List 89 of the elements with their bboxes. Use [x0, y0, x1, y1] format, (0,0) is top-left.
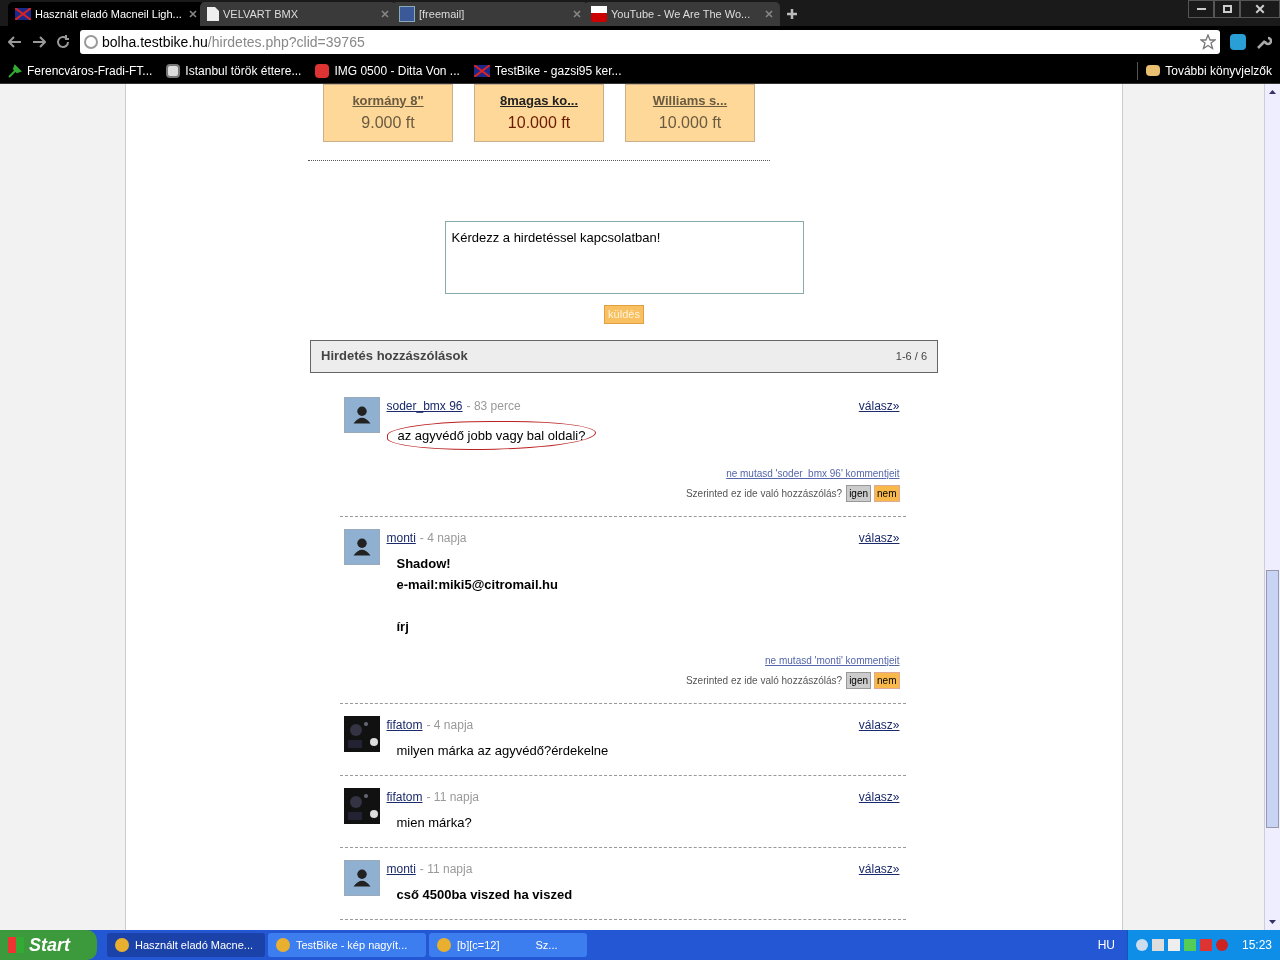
- comments-count: 1-6 / 6: [895, 348, 927, 364]
- avatar-icon: [343, 396, 380, 433]
- start-button[interactable]: Start: [0, 930, 97, 960]
- question-field[interactable]: Kérdezz a hirdetéssel kapcsolatban!: [444, 221, 804, 294]
- product-price: 10.000 ft: [507, 113, 571, 133]
- vote-question: Szerinted ez ide való hozzászólás?: [685, 486, 843, 501]
- page-icon: [207, 7, 219, 21]
- comment-time: - 4 napja: [419, 529, 467, 547]
- folder-icon: [1146, 65, 1161, 76]
- language-indicator: HU: [1097, 937, 1115, 954]
- reply-link[interactable]: válasz»: [858, 787, 900, 806]
- plus-icon[interactable]: [786, 8, 798, 20]
- product-price: 9.000 ft: [361, 113, 415, 133]
- tab-title: [freemail]: [419, 6, 466, 22]
- tab-title: Használt eladó Macneil Ligh...: [35, 6, 183, 22]
- bookmark[interactable]: Ferencváros-Fradi-FT...: [8, 61, 153, 80]
- tab-title: VELVART BMX: [223, 6, 299, 22]
- tray-icon[interactable]: [1167, 939, 1180, 951]
- url-text: bolha.testbike.hu/hirdetes.php?clid=39765: [102, 32, 365, 52]
- minimize-icon[interactable]: [1188, 0, 1214, 18]
- yes-button[interactable]: igen: [846, 484, 872, 502]
- taskbar-item[interactable]: [b][c=12] Sz...: [429, 933, 587, 957]
- comments-title: Hirdetés hozzászólások: [321, 347, 468, 366]
- comment-time: - 11 napja: [419, 860, 473, 878]
- back-icon[interactable]: [8, 36, 22, 48]
- product-title[interactable]: 8magas ko...: [499, 90, 578, 110]
- comment-text: írj: [396, 617, 409, 636]
- comment-time: - 83 perce: [466, 397, 521, 415]
- close-icon[interactable]: [189, 10, 197, 18]
- product-card[interactable]: Williams s... 10.000 ft: [625, 84, 755, 142]
- comment-time: - 4 napja: [426, 716, 474, 734]
- author-link[interactable]: monti: [386, 528, 416, 547]
- no-button[interactable]: nem: [874, 671, 900, 689]
- hide-comments-link[interactable]: ne mutasd 'monti' kommentjeit: [765, 652, 900, 668]
- flag-icon: [473, 64, 490, 77]
- comment-text: mien márka?: [396, 813, 472, 832]
- author-link[interactable]: fifatom: [386, 787, 423, 806]
- author-link[interactable]: monti: [386, 859, 416, 878]
- reload-icon[interactable]: [56, 35, 70, 49]
- flag-icon: [15, 8, 31, 20]
- author-link[interactable]: soder_bmx 96: [386, 396, 463, 415]
- browser-tab[interactable]: YouTube - We Are The Wo...: [584, 2, 780, 26]
- author-link[interactable]: fifatom: [386, 715, 423, 734]
- comment-text: milyen márka az agyvédő?érdekelne: [396, 741, 609, 760]
- play-icon: [591, 6, 607, 22]
- clock: 15:23: [1241, 937, 1272, 954]
- comment-text: cső 4500ba viszed ha viszed: [396, 885, 573, 904]
- square-icon: [399, 6, 415, 22]
- product-price: 10.000 ft: [658, 113, 722, 133]
- avatar-icon: [343, 528, 380, 565]
- scrollbar[interactable]: [1264, 84, 1280, 930]
- other-bookmarks[interactable]: További könyvjelzők: [1137, 61, 1272, 80]
- taskbar-item[interactable]: TestBike - kép nagyít...: [268, 933, 426, 957]
- product-title[interactable]: Williams s...: [652, 90, 728, 110]
- vote-question: Szerinted ez ide való hozzászólás?: [685, 673, 843, 688]
- bookmark[interactable]: Istanbul török éttere...: [166, 61, 302, 80]
- yes-button[interactable]: igen: [846, 671, 872, 689]
- comment-text: Shadow! e-mail:miki5@citromail.hu: [396, 554, 558, 594]
- info-icon: [315, 63, 330, 78]
- reply-link[interactable]: válasz»: [858, 859, 900, 878]
- windows-icon: [8, 937, 24, 953]
- star-icon[interactable]: [1200, 34, 1216, 50]
- comment-time: - 11 napja: [426, 788, 479, 806]
- product-title[interactable]: kormány 8": [352, 90, 424, 110]
- tab-title: YouTube - We Are The Wo...: [611, 6, 752, 22]
- skype-icon[interactable]: [1230, 34, 1246, 50]
- no-button[interactable]: nem: [874, 484, 900, 502]
- app-icon: [437, 938, 451, 952]
- address-bar[interactable]: bolha.testbike.hu/hirdetes.php?clid=39765: [80, 30, 1220, 54]
- avatar-icon: [343, 859, 380, 896]
- reply-link[interactable]: válasz»: [858, 528, 900, 547]
- product-card[interactable]: kormány 8" 9.000 ft: [323, 84, 453, 142]
- reply-link[interactable]: válasz»: [858, 396, 900, 415]
- app-icon: [276, 938, 290, 952]
- restore-icon[interactable]: [1214, 0, 1240, 18]
- wrench-icon[interactable]: [1256, 34, 1272, 50]
- bookmark[interactable]: TestBike - gazsi95 ker...: [473, 61, 622, 80]
- close-icon[interactable]: [1255, 4, 1265, 14]
- scrollbar-thumb[interactable]: [1266, 570, 1279, 828]
- hide-comments-link[interactable]: ne mutasd 'soder_bmx 96' kommentjeit: [726, 465, 900, 481]
- tray-icon[interactable]: [1151, 939, 1164, 951]
- reply-link[interactable]: válasz»: [858, 715, 900, 734]
- globe-icon: [84, 35, 98, 49]
- taskbar-item[interactable]: Használt eladó Macne...: [107, 933, 265, 957]
- forward-icon[interactable]: [32, 36, 46, 48]
- bookmark[interactable]: IMG 0500 - Ditta Von ...: [315, 61, 460, 80]
- app-icon: [115, 938, 129, 952]
- product-card[interactable]: 8magas ko... 10.000 ft: [474, 84, 604, 142]
- pin-icon: [8, 63, 22, 78]
